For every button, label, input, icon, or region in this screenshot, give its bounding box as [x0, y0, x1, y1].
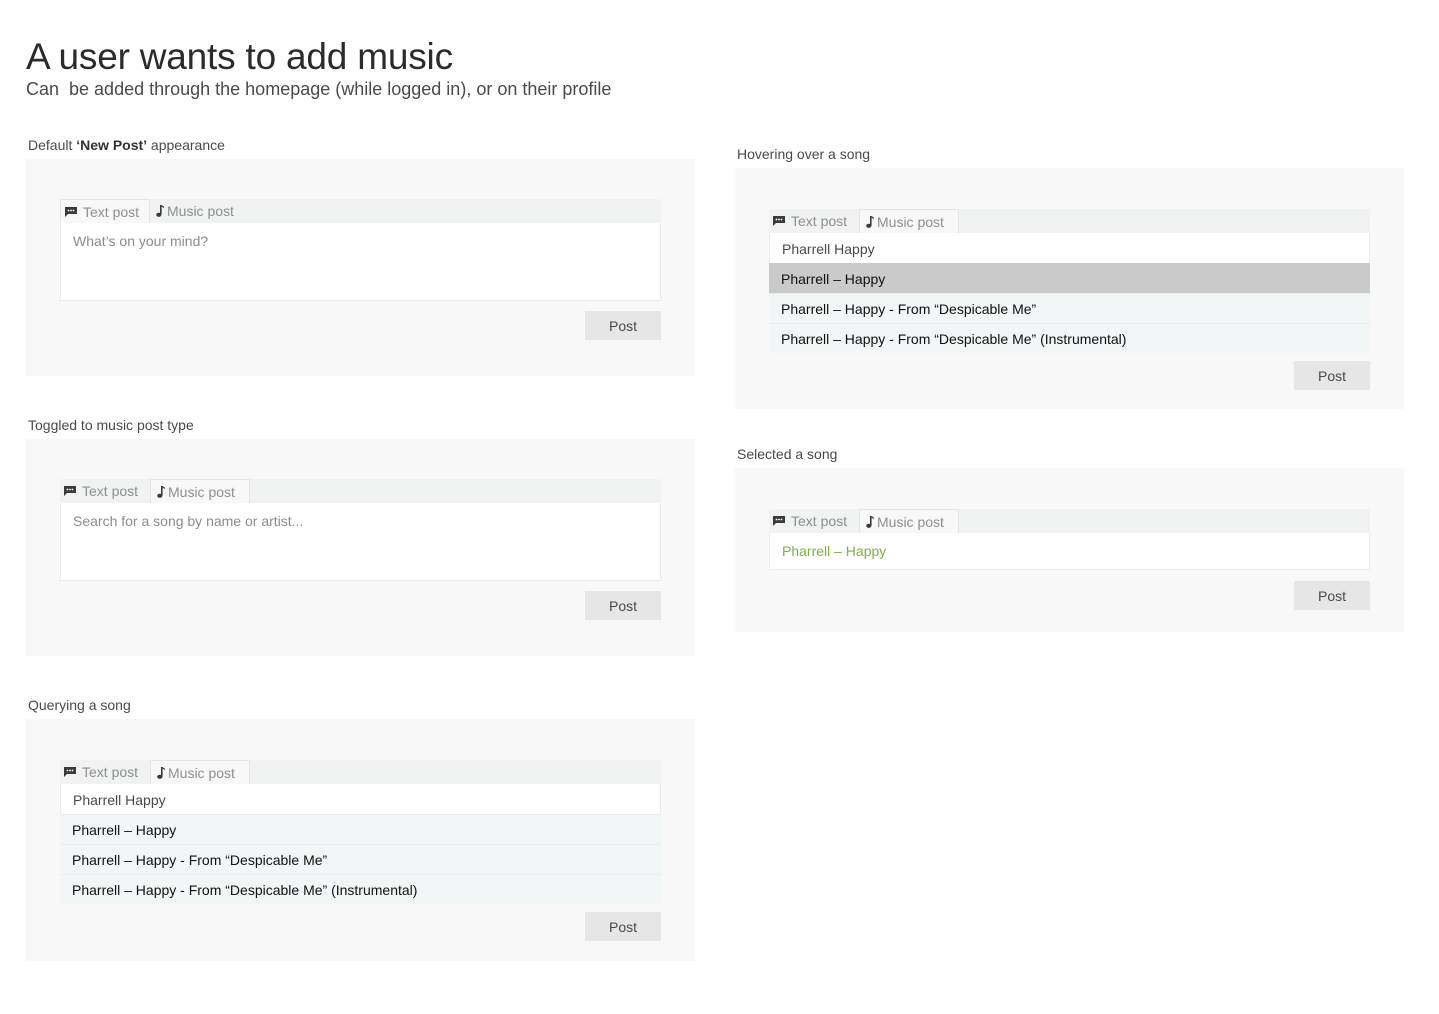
tab-music-post[interactable]: Music post [859, 209, 959, 233]
section-label-selected: Selected a song [737, 446, 838, 462]
section-label-default: Default ‘New Post’ appearance [28, 137, 225, 153]
post-type-tabs: Text post Music post [60, 760, 661, 784]
tab-text-post[interactable]: Text post [60, 479, 150, 503]
music-note-icon [866, 515, 874, 528]
panel-default: Text post Music post What’s on your mind… [26, 159, 695, 376]
tab-music-post[interactable]: Music post [859, 509, 959, 533]
section-label-querying: Querying a song [28, 697, 131, 713]
music-note-icon [866, 215, 874, 228]
chat-bubble-icon [64, 767, 76, 777]
song-result-item[interactable]: Pharrell – Happy - From “Despicable Me” … [60, 874, 661, 904]
section-label-hovering: Hovering over a song [737, 146, 871, 162]
tab-music-post[interactable]: Music post [150, 760, 250, 784]
chat-bubble-icon [773, 216, 785, 226]
page-title: A user wants to add music [26, 36, 453, 77]
chat-bubble-icon [65, 206, 77, 217]
panel-hovering: Text post Music post Pharrell Happy Phar… [735, 168, 1404, 409]
song-result-item-hovered[interactable]: Pharrell – Happy [769, 263, 1370, 293]
panel-querying: Text post Music post Pharrell Happy Phar… [26, 719, 695, 961]
new-post-composer: Text post Music post Search for a song b… [60, 479, 661, 581]
song-search-input[interactable]: Pharrell Happy [60, 784, 661, 814]
song-result-item[interactable]: Pharrell – Happy - From “Despicable Me” [60, 844, 661, 874]
chat-bubble-icon [773, 516, 785, 526]
new-post-composer: Text post Music post Pharrell Happy Phar… [769, 209, 1370, 353]
page-subtitle: Can be added through the homepage (while… [26, 79, 612, 99]
tab-text-post[interactable]: Text post [60, 760, 150, 784]
post-button[interactable]: Post [585, 912, 661, 941]
song-results-list: Pharrell – Happy Pharrell – Happy - From… [60, 814, 661, 904]
music-note-icon [157, 485, 165, 498]
new-post-composer: Text post Music post Pharrell – Happy [769, 509, 1370, 570]
panel-selected: Text post Music post Pharrell – Happy Po… [735, 468, 1404, 632]
music-note-icon [156, 205, 164, 217]
tab-text-post[interactable]: Text post [769, 509, 859, 533]
post-button[interactable]: Post [585, 591, 661, 620]
chat-bubble-icon [64, 486, 76, 496]
post-button[interactable]: Post [1294, 361, 1370, 390]
post-button[interactable]: Post [585, 311, 661, 340]
song-result-item[interactable]: Pharrell – Happy [60, 814, 661, 844]
post-text-input[interactable]: What’s on your mind? [60, 223, 661, 301]
song-result-item[interactable]: Pharrell – Happy - From “Despicable Me” [769, 293, 1370, 323]
section-label-toggled: Toggled to music post type [28, 417, 194, 433]
selected-song-field[interactable]: Pharrell – Happy [769, 533, 1370, 570]
panel-toggled: Text post Music post Search for a song b… [26, 439, 695, 656]
post-type-tabs: Text post Music post [769, 509, 1370, 533]
selected-song: Pharrell – Happy [782, 543, 887, 559]
post-type-tabs: Text post Music post [60, 199, 661, 223]
song-results-list: Pharrell – Happy Pharrell – Happy - From… [769, 263, 1370, 353]
new-post-composer: Text post Music post Pharrell Happy Phar… [60, 760, 661, 904]
post-type-tabs: Text post Music post [769, 209, 1370, 233]
music-note-icon [157, 766, 165, 779]
post-type-tabs: Text post Music post [60, 479, 661, 503]
post-button[interactable]: Post [1294, 581, 1370, 610]
tab-text-post[interactable]: Text post [769, 209, 859, 233]
song-result-item[interactable]: Pharrell – Happy - From “Despicable Me” … [769, 323, 1370, 353]
tab-music-post[interactable]: Music post [150, 199, 250, 223]
tab-music-post[interactable]: Music post [150, 479, 250, 503]
song-search-input[interactable]: Search for a song by name or artist... [60, 503, 661, 581]
new-post-composer: Text post Music post What’s on your mind… [60, 199, 661, 301]
song-search-input[interactable]: Pharrell Happy [769, 233, 1370, 263]
tab-text-post[interactable]: Text post [60, 199, 150, 223]
